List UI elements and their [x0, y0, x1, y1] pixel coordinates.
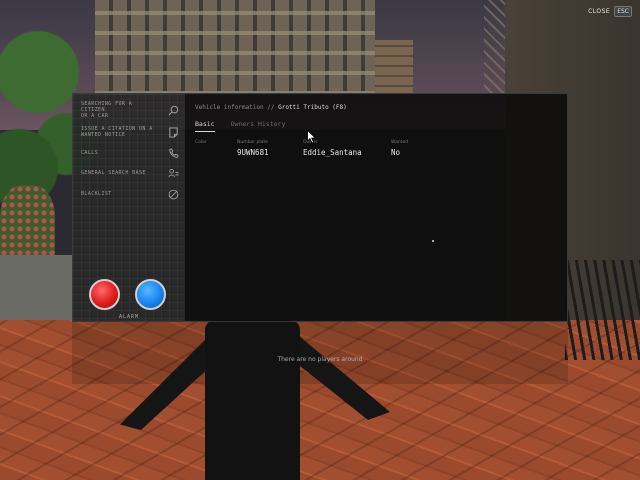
- block-icon: [167, 188, 179, 200]
- sidebar: SEARCHING FOR A CITIZEN OR A CAR ISSUE A…: [73, 94, 185, 321]
- vehicle-info-content: Vehicle information // Grotti Tributo (F…: [185, 94, 567, 321]
- sidebar-item-label: GENERAL SEARCH BASE: [81, 170, 146, 176]
- search-icon: [167, 104, 179, 116]
- breadcrumb: Vehicle information // Grotti Tributo (F…: [195, 104, 347, 111]
- phone-icon: [167, 147, 179, 159]
- sidebar-item-label: SEARCHING FOR A CITIZEN OR A CAR: [81, 101, 133, 119]
- sidebar-item-general-search[interactable]: GENERAL SEARCH BASE: [73, 166, 185, 180]
- close-button[interactable]: CLOSE ESC: [588, 6, 632, 17]
- sidebar-item-search[interactable]: SEARCHING FOR A CITIZEN OR A CAR: [73, 98, 185, 122]
- column-header-number-plate: Number plate: [237, 140, 268, 145]
- sidebar-item-citation[interactable]: ISSUE A CITATION ON A WANTED NOTICE: [73, 124, 185, 140]
- value-owner: Eddie_Santana: [303, 148, 362, 157]
- police-computer-panel: SEARCHING FOR A CITIZEN OR A CAR ISSUE A…: [72, 93, 568, 322]
- alarm-red-button[interactable]: [89, 279, 120, 310]
- bench: [565, 260, 640, 360]
- sidebar-item-label: BLACKLIST: [81, 191, 112, 197]
- tab-basic[interactable]: Basic: [195, 120, 215, 132]
- sidebar-item-label: CALLS: [81, 150, 99, 156]
- sidebar-item-blacklist[interactable]: BLACKLIST: [73, 187, 185, 201]
- building-small: [375, 40, 413, 95]
- alarm-label: ALARM: [118, 314, 140, 320]
- no-players-notice: There are no players around: [277, 356, 363, 363]
- value-number-plate: 9UWN681: [237, 148, 269, 157]
- column-header-wanted: Wanted: [391, 140, 409, 145]
- person-list-icon: [167, 167, 179, 179]
- alarm-blue-button[interactable]: [135, 279, 166, 310]
- close-label: CLOSE: [588, 8, 611, 15]
- character-body: [205, 320, 300, 480]
- sidebar-item-calls[interactable]: CALLS: [73, 146, 185, 160]
- note-icon: [167, 126, 179, 138]
- sidebar-item-label: ISSUE A CITATION ON A WANTED NOTICE: [81, 126, 153, 138]
- tab-owners-history[interactable]: Owners History: [231, 120, 286, 132]
- mouse-cursor-icon: [307, 130, 317, 144]
- breadcrumb-current: Grotti Tributo (F8): [278, 104, 347, 111]
- tab-bar: Basic Owners History: [195, 120, 285, 132]
- column-header-color: Color: [195, 140, 207, 145]
- value-wanted: No: [391, 148, 401, 157]
- breadcrumb-prefix: Vehicle information //: [195, 104, 275, 111]
- flower-bush: [0, 185, 55, 265]
- building-left: [95, 0, 375, 95]
- crosshair-dot: [432, 240, 434, 242]
- esc-key-badge: ESC: [614, 6, 632, 17]
- player-character: [120, 320, 390, 480]
